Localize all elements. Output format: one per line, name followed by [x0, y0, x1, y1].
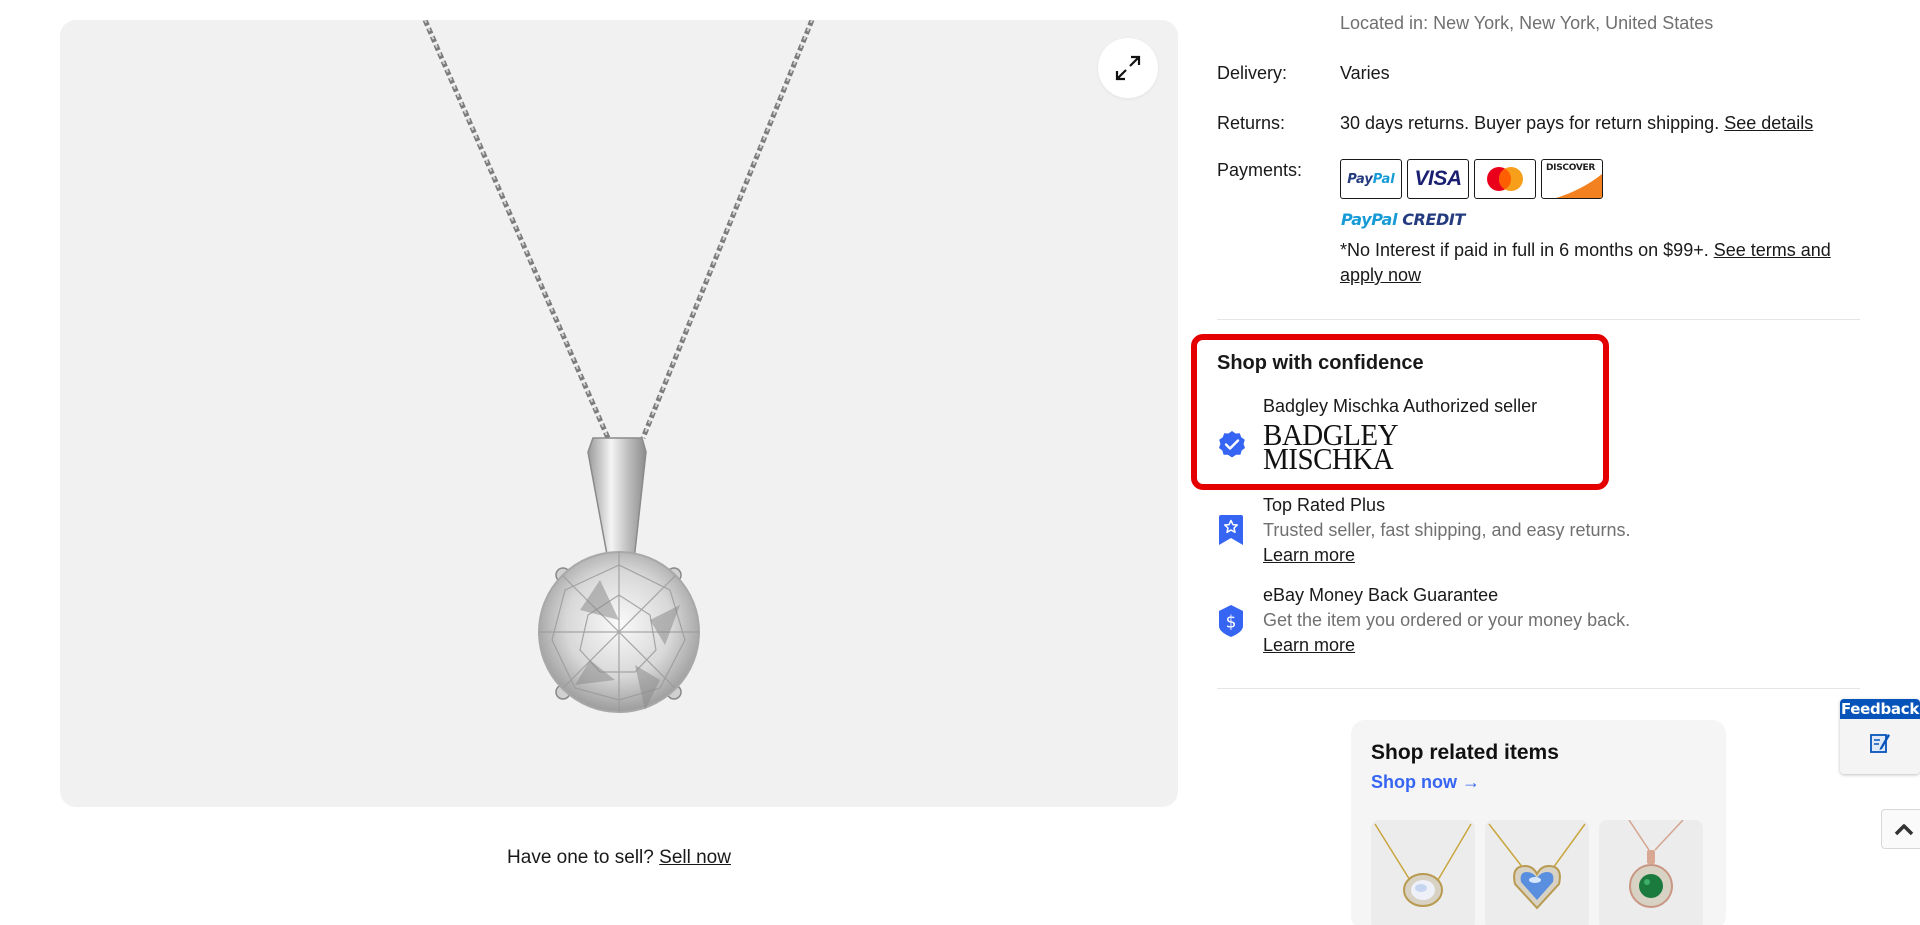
authorized-seller-title: Badgley Mischka Authorized seller — [1263, 396, 1538, 416]
authorized-seller-item: Badgley Mischka Authorized seller BADGLE… — [1217, 394, 1538, 477]
verified-check-icon — [1219, 430, 1245, 457]
paypal-icon: PayPal — [1340, 159, 1402, 199]
returns-row: Returns: 30 days returns. Buyer pays for… — [1217, 113, 1813, 134]
sell-prompt-text: Have one to sell? — [507, 847, 654, 868]
financing-offer: *No Interest if paid in full in 6 months… — [1340, 238, 1860, 288]
top-rated-subtitle: Trusted seller, fast shipping, and easy … — [1263, 520, 1631, 540]
payments-row: Payments: — [1217, 160, 1340, 181]
star-ribbon-icon — [1219, 514, 1243, 545]
badgley-mischka-logo: BADGLEY MISCHKA — [1263, 418, 1399, 477]
pendant-bail — [587, 437, 647, 561]
money-back-subtitle: Get the item you ordered or your money b… — [1263, 610, 1631, 630]
top-rated-title: Top Rated Plus — [1263, 495, 1386, 515]
top-rated-plus-item: Top Rated Plus Trusted seller, fast ship… — [1217, 493, 1631, 568]
returns-label: Returns: — [1217, 113, 1286, 133]
sell-prompt: Have one to sell? Sell now — [60, 847, 1178, 869]
chevron-up-icon — [1894, 824, 1913, 836]
money-back-item: $ eBay Money Back Guarantee Get the item… — [1217, 583, 1630, 658]
confidence-title: Shop with confidence — [1217, 352, 1424, 374]
svg-text:$: $ — [1226, 612, 1237, 632]
money-back-learn-more-link[interactable]: Learn more — [1263, 635, 1355, 655]
visa-icon: VISA — [1407, 159, 1469, 199]
feedback-label: Feedback — [1840, 699, 1920, 719]
product-image[interactable] — [60, 20, 1178, 807]
financing-text: *No Interest if paid in full in 6 months… — [1340, 240, 1709, 260]
feedback-button[interactable]: Feedback — [1840, 699, 1920, 774]
section-divider — [1217, 688, 1860, 689]
delivery-row: Delivery: Varies — [1217, 63, 1390, 84]
related-item-thumbnail[interactable] — [1485, 820, 1589, 925]
mastercard-icon — [1474, 159, 1536, 199]
shop-now-link[interactable]: Shop now → — [1371, 772, 1480, 793]
item-location: Located in: New York, New York, United S… — [1340, 13, 1714, 33]
sell-now-link[interactable]: Sell now — [659, 847, 731, 868]
related-items-title: Shop related items — [1371, 741, 1559, 764]
section-divider — [1217, 319, 1860, 320]
expand-image-button[interactable] — [1098, 38, 1158, 98]
returns-see-details-link[interactable]: See details — [1724, 113, 1813, 133]
delivery-label: Delivery: — [1217, 63, 1288, 83]
payment-methods: PayPal VISA DISCOVER — [1340, 159, 1603, 199]
top-rated-learn-more-link[interactable]: Learn more — [1263, 545, 1355, 565]
related-item-thumbnail[interactable] — [1599, 820, 1703, 925]
scroll-to-top-button[interactable] — [1881, 809, 1920, 849]
feedback-edit-icon — [1870, 734, 1890, 753]
delivery-value: Varies — [1340, 63, 1390, 83]
returns-value: 30 days returns. Buyer pays for return s… — [1340, 113, 1720, 133]
payments-label: Payments: — [1217, 160, 1303, 180]
discover-icon: DISCOVER — [1541, 159, 1603, 199]
related-item-thumbnail[interactable] — [1371, 820, 1475, 925]
paypal-credit-logo: PayPal CREDIT — [1341, 210, 1465, 229]
money-back-title: eBay Money Back Guarantee — [1263, 585, 1499, 605]
dollar-shield-icon: $ — [1219, 604, 1243, 637]
expand-arrows-icon — [1115, 55, 1141, 81]
related-items-card: Shop related items Shop now → — [1351, 720, 1726, 925]
product-image-panel[interactable] — [60, 20, 1178, 807]
